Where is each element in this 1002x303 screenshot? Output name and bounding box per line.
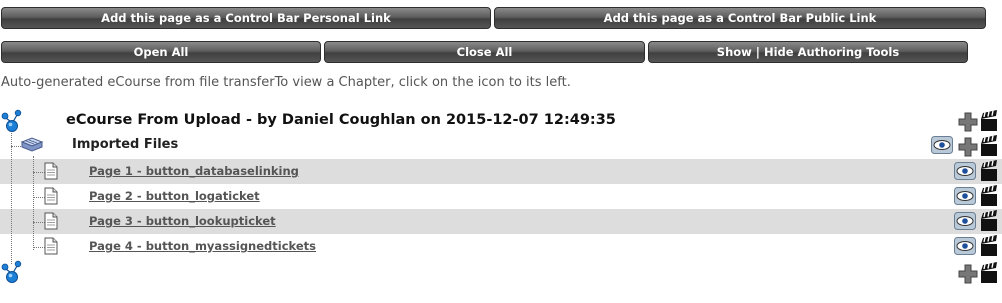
folder-title: Imported Files xyxy=(72,137,179,152)
page-link-4[interactable]: Page 4 - button_myassignedtickets xyxy=(89,239,316,253)
tree-root-icon[interactable] xyxy=(1,260,23,284)
page-row-3: Page 3 - button_lookupticket xyxy=(0,209,1002,234)
eye-icon[interactable] xyxy=(954,237,976,255)
clapperboard-icon[interactable] xyxy=(979,210,999,232)
add-personal-link-button[interactable]: Add this page as a Control Bar Personal … xyxy=(1,7,491,29)
clapperboard-icon[interactable] xyxy=(979,110,999,132)
page-row-1: Page 1 - button_databaselinking xyxy=(0,159,1002,184)
close-all-button[interactable]: Close All xyxy=(324,41,645,63)
page-document-icon[interactable] xyxy=(44,187,58,205)
plus-icon[interactable] xyxy=(958,137,978,157)
tree-connector xyxy=(11,131,12,264)
eye-icon[interactable] xyxy=(931,136,953,154)
page-link-2[interactable]: Page 2 - button_logaticket xyxy=(89,189,260,203)
page-document-icon[interactable] xyxy=(44,162,58,180)
course-title: eCourse From Upload - by Daniel Coughlan… xyxy=(66,112,616,128)
page-row-2: Page 2 - button_logaticket xyxy=(0,184,1002,209)
open-all-button[interactable]: Open All xyxy=(1,41,321,63)
clapperboard-icon[interactable] xyxy=(979,262,999,284)
intro-text: Auto-generated eCourse from file transfe… xyxy=(1,75,571,90)
page-document-icon[interactable] xyxy=(44,212,58,230)
page-document-icon[interactable] xyxy=(44,237,58,255)
toggle-authoring-tools-button[interactable]: Show | Hide Authoring Tools xyxy=(648,41,968,63)
clapperboard-icon[interactable] xyxy=(979,185,999,207)
eye-icon[interactable] xyxy=(954,212,976,230)
eye-icon[interactable] xyxy=(954,187,976,205)
clapperboard-icon[interactable] xyxy=(979,235,999,257)
tree-connector xyxy=(33,156,34,250)
chapter-book-icon[interactable] xyxy=(20,136,44,154)
eye-icon[interactable] xyxy=(954,162,976,180)
add-public-link-button[interactable]: Add this page as a Control Bar Public Li… xyxy=(494,7,986,29)
plus-icon[interactable] xyxy=(958,112,978,132)
clapperboard-icon[interactable] xyxy=(979,135,999,157)
page-link-3[interactable]: Page 3 - button_lookupticket xyxy=(89,214,276,228)
tree-root-icon[interactable] xyxy=(1,109,23,133)
page-link-1[interactable]: Page 1 - button_databaselinking xyxy=(89,164,299,178)
page-row-4: Page 4 - button_myassignedtickets xyxy=(0,234,1002,259)
plus-icon[interactable] xyxy=(958,264,978,284)
clapperboard-icon[interactable] xyxy=(979,160,999,182)
